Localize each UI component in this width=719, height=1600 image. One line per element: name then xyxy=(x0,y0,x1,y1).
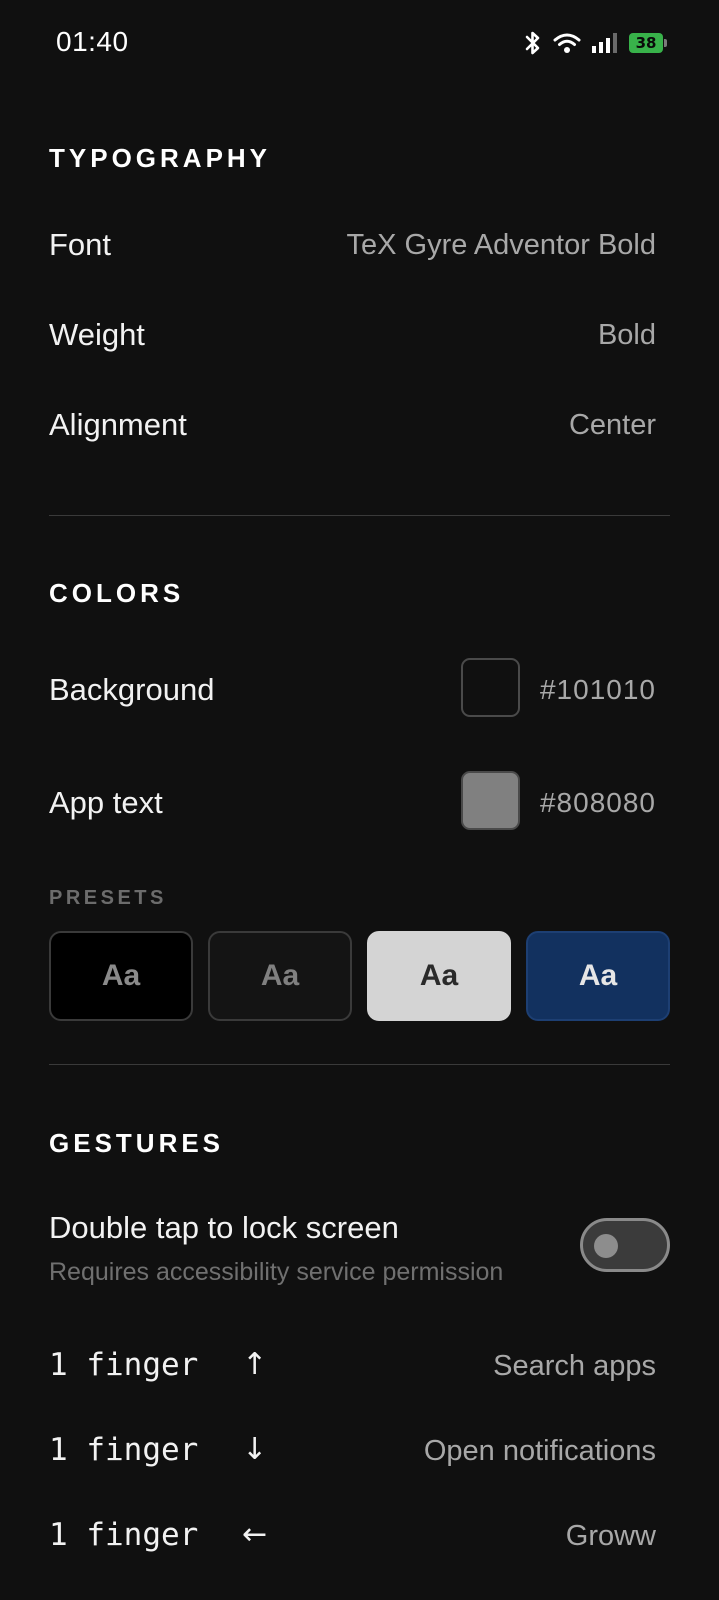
app-text-color-label[interactable]: App text xyxy=(49,785,163,821)
gesture-swipe-left-action[interactable]: Groww xyxy=(566,1520,656,1553)
battery-icon: 38 xyxy=(629,33,667,53)
app-text-color-swatch[interactable] xyxy=(461,771,520,830)
preset-black[interactable]: Aa xyxy=(49,931,193,1021)
double-tap-lock-toggle[interactable] xyxy=(580,1218,670,1272)
arrow-down-icon: ↓ xyxy=(242,1432,268,1467)
section-divider xyxy=(49,515,670,516)
arrow-left-icon: ← xyxy=(242,1517,268,1552)
preset-light[interactable]: Aa xyxy=(367,931,511,1021)
preset-label: Aa xyxy=(260,959,300,992)
gesture-swipe-up-action[interactable]: Search apps xyxy=(493,1350,656,1383)
background-color-hex[interactable]: #101010 xyxy=(540,674,656,706)
colors-section-title: COLORS xyxy=(49,578,185,608)
preset-dark[interactable]: Aa xyxy=(208,931,352,1021)
app-text-color-hex[interactable]: #808080 xyxy=(540,787,656,819)
preset-label: Aa xyxy=(578,959,618,992)
typography-section-title: TYPOGRAPHY xyxy=(49,143,272,173)
bluetooth-icon xyxy=(525,31,540,55)
toggle-knob xyxy=(594,1234,618,1258)
weight-setting-label[interactable]: Weight xyxy=(49,317,145,353)
status-icons: 38 xyxy=(523,28,667,58)
double-tap-lock-label[interactable]: Double tap to lock screen xyxy=(49,1210,399,1246)
background-color-swatch[interactable] xyxy=(461,658,520,717)
status-time: 01:40 xyxy=(56,26,129,57)
gesture-swipe-left-label[interactable]: 1 finger xyxy=(49,1517,198,1553)
font-setting-label[interactable]: Font xyxy=(49,227,111,263)
preset-blue[interactable]: Aa xyxy=(526,931,670,1021)
gesture-swipe-down-action[interactable]: Open notifications xyxy=(424,1435,656,1468)
gesture-swipe-down-label[interactable]: 1 finger xyxy=(49,1432,198,1468)
gesture-swipe-up-label[interactable]: 1 finger xyxy=(49,1347,198,1383)
alignment-setting-value[interactable]: Center xyxy=(569,409,656,442)
signal-icon xyxy=(592,33,617,53)
alignment-setting-label[interactable]: Alignment xyxy=(49,407,187,443)
presets-label: PRESETS xyxy=(49,887,167,909)
double-tap-lock-description: Requires accessibility service permissio… xyxy=(49,1258,504,1286)
preset-label: Aa xyxy=(101,959,141,992)
background-color-label[interactable]: Background xyxy=(49,672,214,708)
wifi-icon xyxy=(553,33,581,53)
preset-label: Aa xyxy=(419,959,459,992)
weight-setting-value[interactable]: Bold xyxy=(598,319,656,352)
gestures-section-title: GESTURES xyxy=(49,1128,225,1158)
section-divider xyxy=(49,1064,670,1065)
font-setting-value[interactable]: TeX Gyre Adventor Bold xyxy=(347,229,657,262)
arrow-up-icon: ↑ xyxy=(242,1347,268,1382)
